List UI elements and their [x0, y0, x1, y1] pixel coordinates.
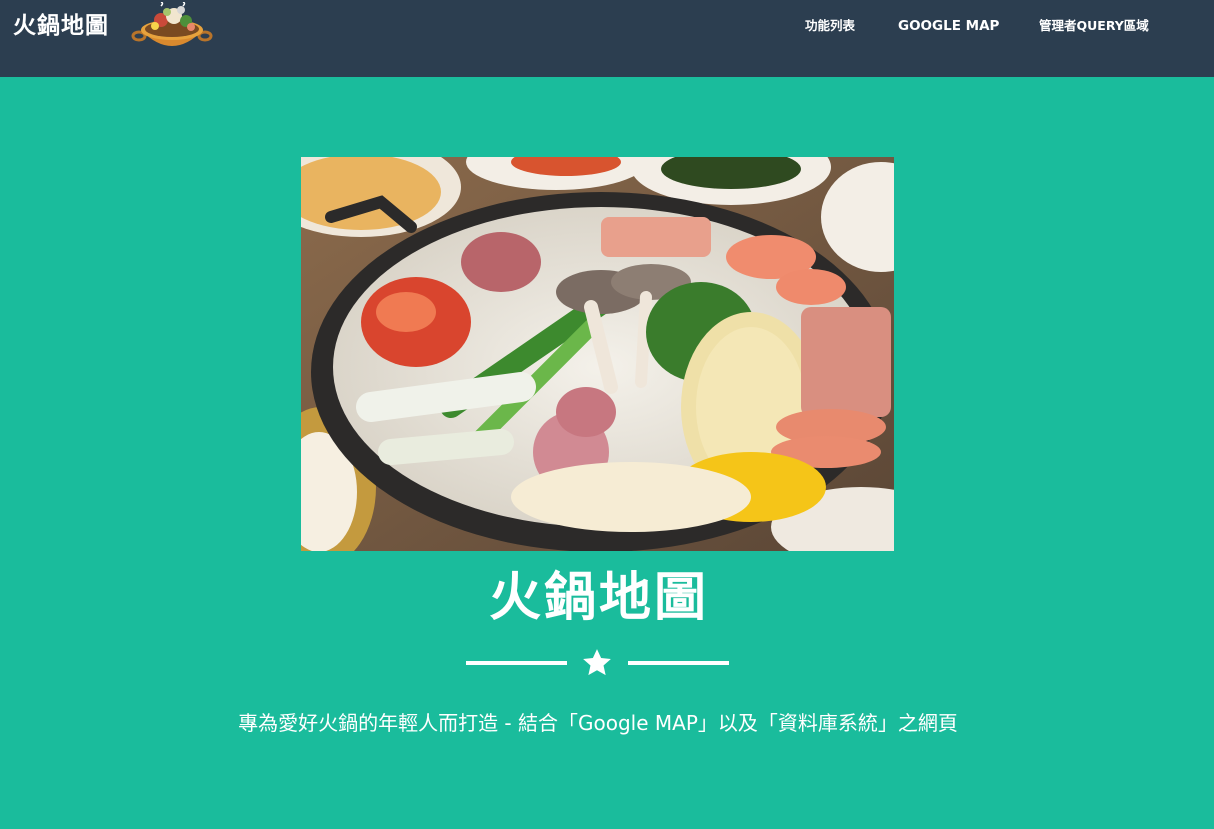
page-title: 火鍋地圖	[488, 568, 709, 628]
nav-link-google-map[interactable]: GOOGLE MAP	[898, 17, 999, 35]
star-icon	[583, 649, 611, 676]
divider-line-right	[628, 661, 729, 665]
page-subtitle: 專為愛好火鍋的年輕人而打造 - 結合「Google MAP」以及「資料庫系統」之…	[238, 711, 958, 735]
nav-link-admin-query[interactable]: 管理者QUERY區域	[1039, 17, 1149, 35]
hotpot-photo	[301, 157, 894, 551]
divider-line-left	[466, 661, 567, 665]
hotpot-logo-icon[interactable]	[131, 2, 213, 56]
brand-link[interactable]: 火鍋地圖	[13, 10, 109, 42]
hotpot-photo-illustration	[301, 157, 894, 551]
nav-link-features[interactable]: 功能列表	[805, 17, 855, 35]
star-divider	[466, 646, 729, 680]
top-navbar: 火鍋地圖 功能列表 GOOGLE MAP 管理者QUERY區域	[0, 0, 1214, 77]
